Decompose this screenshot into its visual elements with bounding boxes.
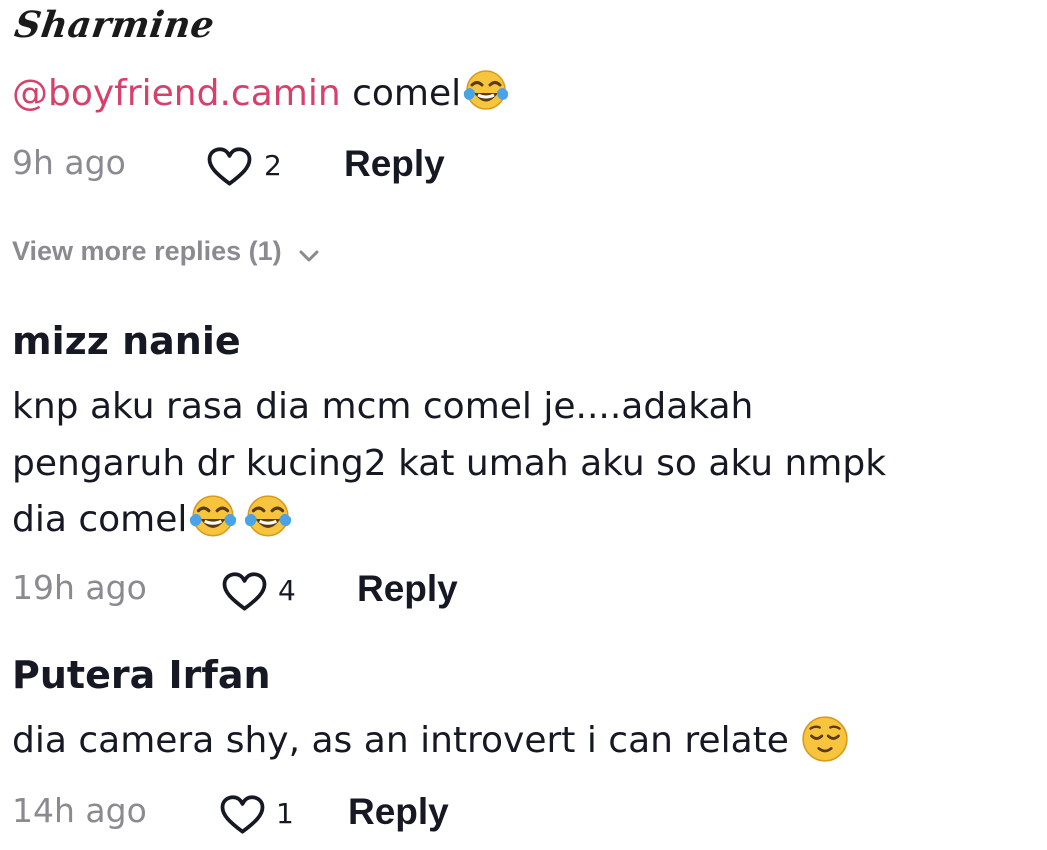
heart-outline-icon[interactable] <box>220 795 265 835</box>
view-more-replies-button[interactable]: View more replies (1) <box>12 236 320 267</box>
like-count: 4 <box>278 574 296 607</box>
comment-text-line: knp aku rasa dia mcm comel je....adakah <box>12 386 754 427</box>
tears-of-joy-emoji <box>187 493 239 543</box>
relieved-face-emoji <box>800 714 850 764</box>
like-count: 1 <box>276 797 294 830</box>
tears-of-joy-emoji <box>461 68 511 116</box>
comment-username[interactable]: mizz nanie <box>12 319 241 363</box>
reply-button[interactable]: Reply <box>344 143 445 185</box>
comment-text: comel <box>340 73 462 114</box>
mention-link[interactable]: @boyfriend.camin <box>12 73 341 114</box>
reply-button[interactable]: Reply <box>348 791 449 833</box>
comment-text-last-line: dia comel <box>12 492 297 548</box>
comment-time: 9h ago <box>12 143 126 182</box>
comment-time: 19h ago <box>12 568 147 607</box>
reply-button[interactable]: Reply <box>357 568 458 610</box>
heart-outline-icon[interactable] <box>222 572 267 612</box>
comment-username[interactable]: Sharmine <box>12 4 217 46</box>
like-count: 2 <box>264 149 282 182</box>
view-more-replies-label: View more replies (1) <box>12 236 282 266</box>
heart-outline-icon[interactable] <box>207 147 252 187</box>
comment-body: dia camera shy, as an introvert i can re… <box>12 713 850 769</box>
comment-thread: Sharmine @boyfriend.camin comel 9h ago 2… <box>0 0 1047 850</box>
comment-body: @boyfriend.camin comel <box>12 66 511 122</box>
comment-username[interactable]: Putera Irfan <box>12 653 271 697</box>
comment-time: 14h ago <box>12 791 147 830</box>
comment-text-line: pengaruh dr kucing2 kat umah aku so aku … <box>12 443 887 484</box>
chevron-down-icon <box>299 250 319 262</box>
comment-text-line: dia comel <box>12 499 188 540</box>
comment-text: dia camera shy, as an introvert i can re… <box>12 720 801 761</box>
tears-of-joy-emoji <box>239 493 297 543</box>
